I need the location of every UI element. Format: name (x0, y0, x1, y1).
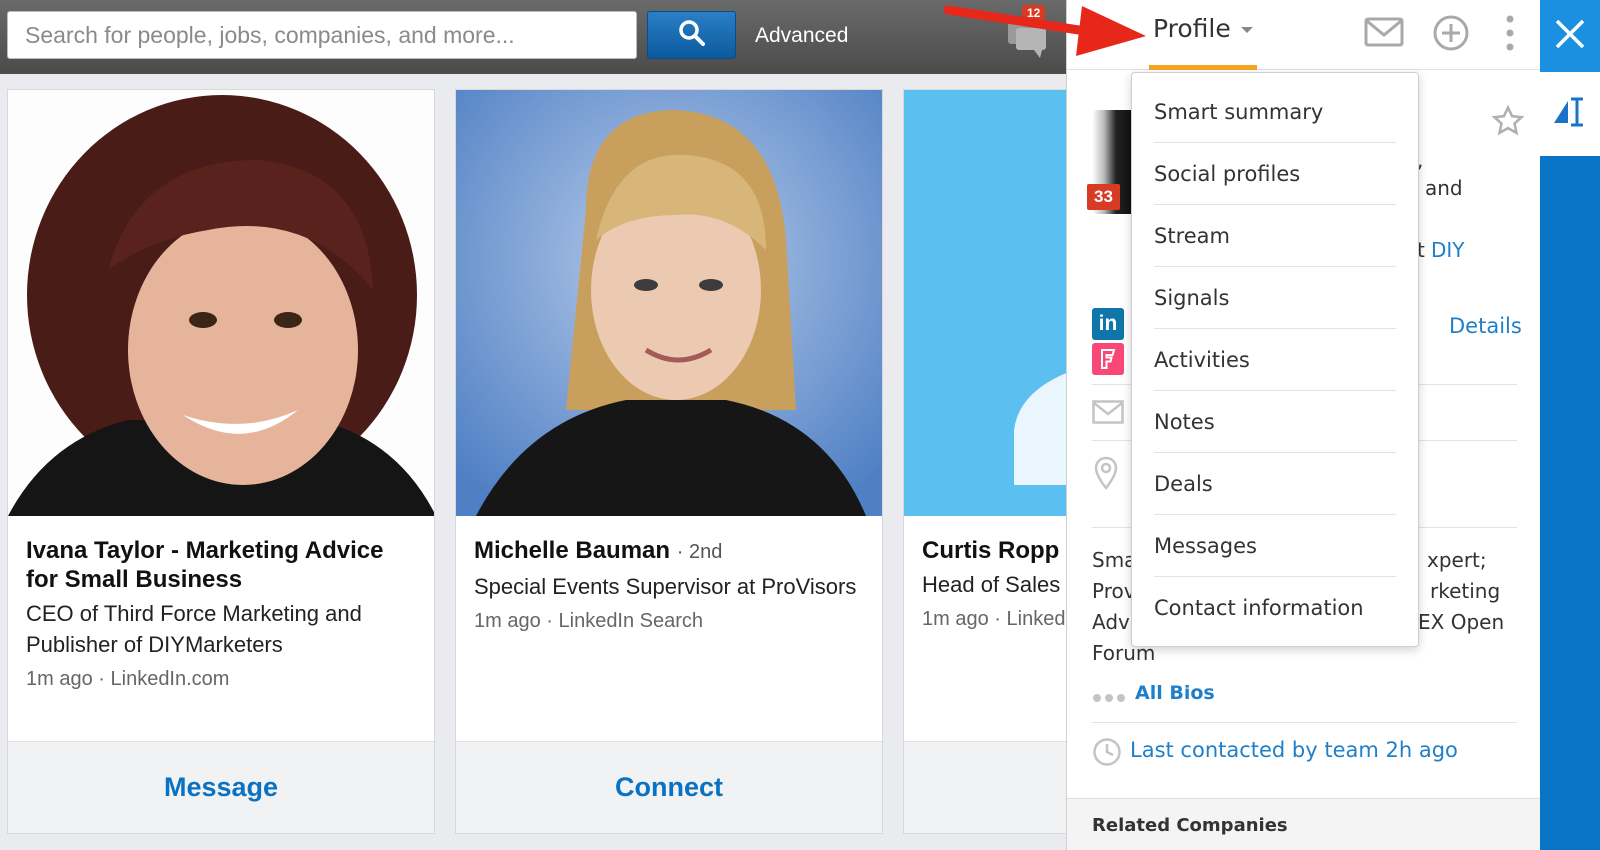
search-input[interactable] (7, 11, 637, 59)
person-card: Michelle Bauman · 2nd Special Events Sup… (455, 89, 883, 834)
menu-item-messages[interactable]: Messages (1154, 515, 1396, 577)
message-button[interactable]: Message (8, 741, 434, 833)
annotation-arrow-icon (942, 0, 1152, 65)
menu-item-stream[interactable]: Stream (1154, 205, 1396, 267)
bio-fragment: rketing (1430, 579, 1501, 603)
clock-icon (1092, 737, 1122, 772)
menu-item-activities[interactable]: Activities (1154, 329, 1396, 391)
activity-source: LinkedIn Search (558, 610, 704, 632)
menu-item-signals[interactable]: Signals (1154, 267, 1396, 329)
extension-tool-button[interactable] (1540, 72, 1600, 156)
bio-fragment: Sma (1092, 548, 1137, 572)
activity-meta: 1m ago · LinkedIn Search (474, 610, 704, 632)
person-headline: Special Events Supervisor at ProVisors (474, 574, 857, 599)
divider (1092, 722, 1517, 723)
search-button[interactable] (647, 11, 736, 59)
related-companies-section: Related Companies (1067, 798, 1540, 850)
top-navigation-bar: Advanced 12 (0, 0, 1066, 74)
envelope-icon[interactable] (1364, 14, 1404, 55)
chevron-down-icon (1240, 27, 1253, 33)
person-name-line: Michelle Bauman · 2nd (474, 536, 868, 567)
activity-time: 1m ago (474, 610, 541, 632)
summary-fragment: and (1425, 176, 1463, 200)
connection-degree: · 2nd (676, 541, 723, 563)
connect-button[interactable]: Connect (456, 741, 882, 833)
profile-dropdown-menu: Smart summary Social profiles Stream Sig… (1131, 72, 1419, 647)
close-icon (1553, 17, 1587, 56)
all-bios-link[interactable]: All Bios (1135, 682, 1215, 704)
menu-item-deals[interactable]: Deals (1154, 453, 1396, 515)
foursquare-icon[interactable] (1092, 343, 1124, 375)
person-name[interactable]: Michelle Bauman (474, 537, 670, 564)
activity-source: Linked (1006, 608, 1066, 630)
person-name[interactable]: Ivana Taylor - Marketing Advice for Smal… (26, 536, 420, 594)
person-headline: CEO of Third Force Marketing and Publish… (26, 601, 362, 657)
menu-item-contact-information[interactable]: Contact information (1154, 577, 1396, 639)
activity-time: 1m ago (26, 668, 93, 690)
activity-time: 1m ago (922, 608, 989, 630)
add-circle-icon[interactable] (1431, 14, 1471, 57)
bio-fragment: Adv (1092, 610, 1130, 634)
profile-tab-label: Profile (1153, 14, 1231, 43)
linkedin-icon[interactable]: in (1092, 308, 1124, 340)
menu-item-social-profiles[interactable]: Social profiles (1154, 143, 1396, 205)
menu-item-smart-summary[interactable]: Smart summary (1154, 81, 1396, 143)
bio-fragment: xpert; (1427, 548, 1487, 572)
bio-fragment: Prov (1092, 579, 1136, 603)
activity-source: LinkedIn.com (110, 668, 230, 690)
location-pin-icon (1094, 456, 1118, 495)
more-vertical-icon[interactable] (1504, 14, 1516, 57)
profile-photo[interactable] (456, 90, 882, 516)
details-link[interactable]: Details (1449, 314, 1522, 338)
profile-tab-dropdown[interactable]: Profile (1149, 14, 1257, 70)
summary-link-fragment[interactable]: DIY (1431, 238, 1465, 262)
count-badge: 33 (1087, 184, 1120, 210)
menu-item-notes[interactable]: Notes (1154, 391, 1396, 453)
last-contacted-link[interactable]: Last contacted by team 2h ago (1130, 738, 1458, 762)
close-panel-button[interactable] (1540, 0, 1600, 72)
bio-fragment: EX Open (1418, 610, 1505, 634)
more-horizontal-icon[interactable] (1092, 690, 1126, 708)
cursor-tool-icon (1550, 93, 1590, 136)
person-card: Ivana Taylor - Marketing Advice for Smal… (7, 89, 435, 834)
related-companies-heading: Related Companies (1092, 815, 1288, 836)
search-icon (678, 19, 706, 52)
profile-photo[interactable] (8, 90, 434, 516)
email-icon (1092, 400, 1124, 429)
extension-sidebar (1540, 0, 1600, 850)
star-icon[interactable] (1491, 104, 1525, 143)
advanced-search-link[interactable]: Advanced (755, 24, 848, 48)
activity-meta: 1m ago · LinkedIn.com (26, 668, 230, 690)
